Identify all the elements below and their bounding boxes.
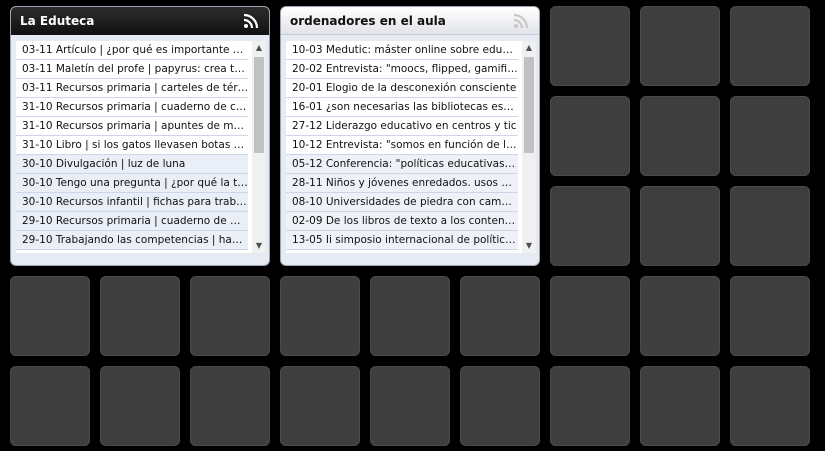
rss-icon[interactable] bbox=[243, 13, 259, 29]
empty-tile[interactable] bbox=[100, 366, 180, 446]
empty-tile[interactable] bbox=[640, 186, 720, 266]
empty-tile[interactable] bbox=[730, 186, 810, 266]
feed-item[interactable]: 03-11 Artículo | ¿por qué es importante … bbox=[16, 41, 248, 60]
feed-item[interactable]: 20-02 Entrevista: "moocs, flipped, gamif… bbox=[286, 60, 518, 79]
empty-tile[interactable] bbox=[730, 96, 810, 176]
feed-item[interactable]: 13-05 Ii simposio internacional de polít… bbox=[286, 231, 518, 250]
scrollbar[interactable]: ▲ ▼ bbox=[522, 41, 536, 253]
empty-tile[interactable] bbox=[190, 366, 270, 446]
scroll-down-icon[interactable]: ▼ bbox=[522, 239, 536, 253]
empty-tile[interactable] bbox=[640, 276, 720, 356]
widget-header[interactable]: ordenadores en el aula bbox=[281, 7, 539, 35]
empty-tile[interactable] bbox=[730, 366, 810, 446]
widget-title: ordenadores en el aula bbox=[290, 13, 446, 28]
scroll-up-icon[interactable]: ▲ bbox=[252, 41, 266, 55]
feed-item[interactable]: 30-10 Recursos infantil | fichas para tr… bbox=[16, 193, 248, 212]
feed-item[interactable]: 30-10 Divulgación | luz de luna bbox=[16, 155, 248, 174]
rss-icon[interactable] bbox=[513, 13, 529, 29]
feed-item[interactable]: 28-11 Niños y jóvenes enredados. usos y … bbox=[286, 174, 518, 193]
empty-tile[interactable] bbox=[640, 366, 720, 446]
feed-item[interactable]: 29-10 Trabajando las competencias | hace… bbox=[16, 231, 248, 250]
feed-item[interactable]: 20-01 Elogio de la desconexión conscient… bbox=[286, 79, 518, 98]
scroll-up-icon[interactable]: ▲ bbox=[522, 41, 536, 55]
feed-item[interactable]: 03-11 Recursos primaria | carteles de té… bbox=[16, 79, 248, 98]
empty-tile[interactable] bbox=[10, 366, 90, 446]
empty-tile[interactable] bbox=[280, 366, 360, 446]
feed-widget-la-eduteca: La Eduteca 03-11 Artículo | ¿por qué es … bbox=[10, 6, 270, 266]
empty-tile[interactable] bbox=[190, 276, 270, 356]
empty-tile[interactable] bbox=[100, 276, 180, 356]
feed-item[interactable]: 30-10 Tengo una pregunta | ¿por qué la t… bbox=[16, 174, 248, 193]
feed-widget-ordenadores-en-el-aula: ordenadores en el aula 10-03 Medutic: má… bbox=[280, 6, 540, 266]
scroll-thumb[interactable] bbox=[524, 57, 534, 153]
widget-title: La Eduteca bbox=[20, 14, 95, 28]
feed-list-container: 10-03 Medutic: máster online sobre educa… bbox=[286, 41, 536, 253]
empty-tile[interactable] bbox=[730, 276, 810, 356]
empty-tile[interactable] bbox=[730, 6, 810, 86]
empty-tile[interactable] bbox=[640, 6, 720, 86]
feed-item[interactable]: 10-03 Medutic: máster online sobre educa… bbox=[286, 41, 518, 60]
empty-tile[interactable] bbox=[370, 276, 450, 356]
feed-item[interactable]: 31-10 Recursos primaria | cuaderno de cá… bbox=[16, 98, 248, 117]
empty-tile[interactable] bbox=[460, 276, 540, 356]
feed-item[interactable]: 16-01 ¿son necesarias las bibliotecas es… bbox=[286, 98, 518, 117]
empty-tile[interactable] bbox=[550, 96, 630, 176]
feed-item[interactable]: 02-09 De los libros de texto a los conte… bbox=[286, 212, 518, 231]
empty-tile[interactable] bbox=[10, 276, 90, 356]
feed-item[interactable]: 29-10 Recursos primaria | cuaderno de ma… bbox=[16, 212, 248, 231]
feed-item[interactable]: 27-12 Liderazgo educativo en centros y t… bbox=[286, 117, 518, 136]
widget-header[interactable]: La Eduteca bbox=[11, 7, 269, 35]
empty-tile[interactable] bbox=[280, 276, 360, 356]
feed-list: 03-11 Artículo | ¿por qué es importante … bbox=[16, 41, 248, 250]
feed-item[interactable]: 31-10 Libro | si los gatos llevasen bota… bbox=[16, 136, 248, 155]
feed-list: 10-03 Medutic: máster online sobre educa… bbox=[286, 41, 518, 250]
empty-tile[interactable] bbox=[640, 96, 720, 176]
feed-item[interactable]: 08-10 Universidades de piedra con campus… bbox=[286, 193, 518, 212]
scrollbar[interactable]: ▲ ▼ bbox=[252, 41, 266, 253]
feed-item[interactable]: 03-11 Maletín del profe | papyrus: crea … bbox=[16, 60, 248, 79]
empty-tile[interactable] bbox=[550, 186, 630, 266]
scroll-down-icon[interactable]: ▼ bbox=[252, 239, 266, 253]
empty-tile[interactable] bbox=[460, 366, 540, 446]
empty-tile[interactable] bbox=[370, 366, 450, 446]
empty-tile[interactable] bbox=[550, 366, 630, 446]
feed-item[interactable]: 31-10 Recursos primaria | apuntes de mat… bbox=[16, 117, 248, 136]
empty-tile[interactable] bbox=[550, 6, 630, 86]
feed-list-container: 03-11 Artículo | ¿por qué es importante … bbox=[16, 41, 266, 253]
empty-tile[interactable] bbox=[550, 276, 630, 356]
scroll-thumb[interactable] bbox=[254, 57, 264, 153]
feed-item[interactable]: 10-12 Entrevista: "somos en función de l… bbox=[286, 136, 518, 155]
feed-item[interactable]: 05-12 Conferencia: "políticas educativas… bbox=[286, 155, 518, 174]
